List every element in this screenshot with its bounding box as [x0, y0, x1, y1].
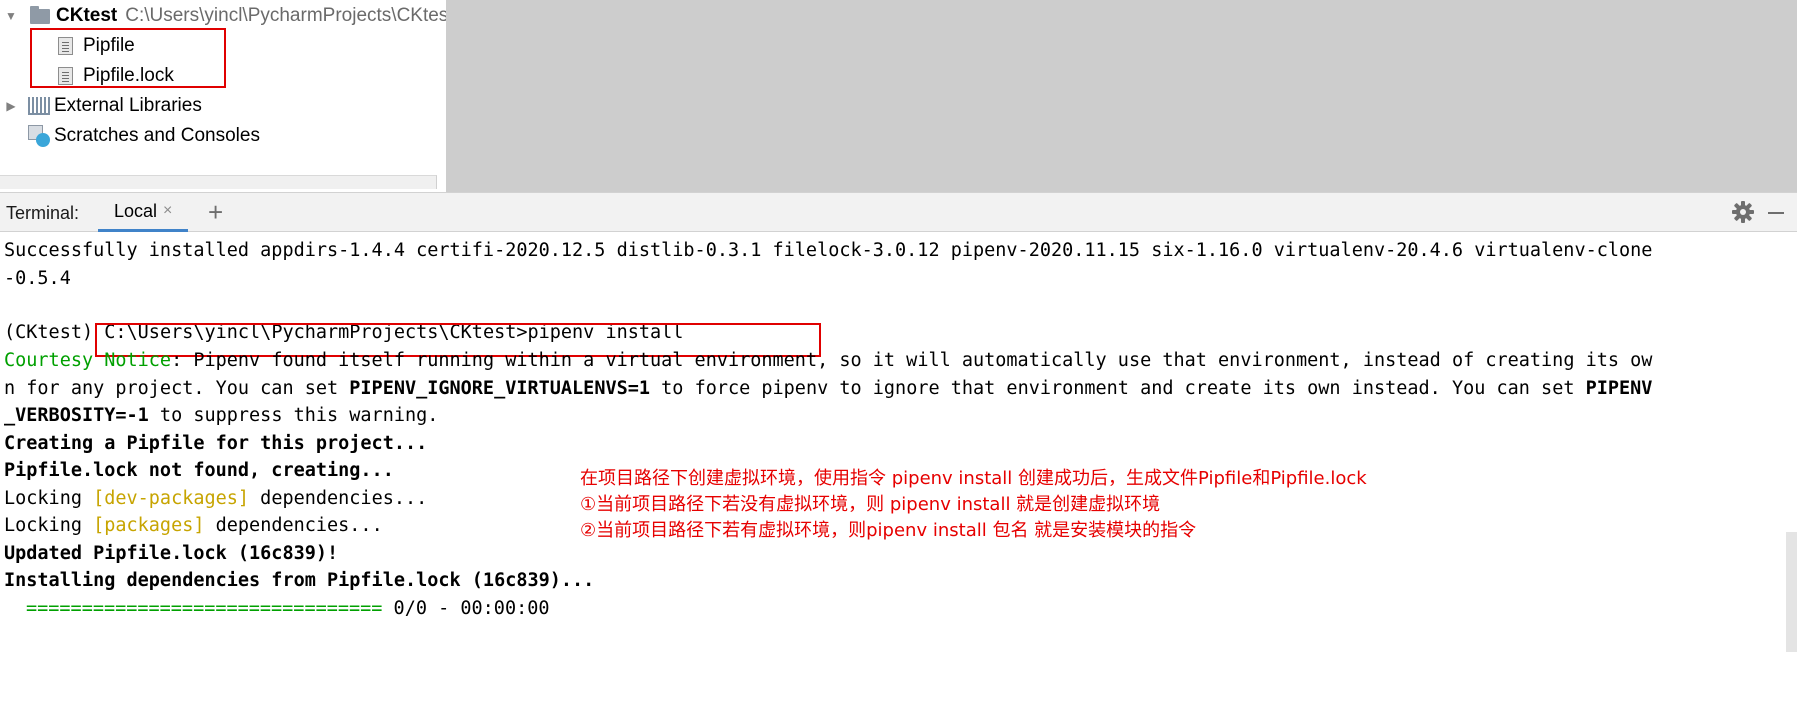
project-tree: ▼ CKtest C:\Users\yincl\PycharmProjects\…: [0, 0, 446, 190]
terminal-output[interactable]: Successfully installed appdirs-1.4.4 cer…: [0, 232, 1797, 705]
close-icon[interactable]: ×: [163, 202, 172, 220]
library-icon: [28, 97, 50, 115]
project-root-name: CKtest: [56, 5, 118, 26]
terminal-line: Successfully installed appdirs-1.4.4 cer…: [4, 240, 1653, 261]
terminal-text: dependencies...: [249, 488, 428, 509]
horizontal-scrollbar[interactable]: [0, 175, 437, 189]
terminal-text: to suppress this warning.: [148, 405, 439, 426]
terminal-line: Locking [dev-packages] dependencies...: [4, 488, 427, 509]
tree-row-external-libraries[interactable]: ▶ External Libraries: [4, 92, 202, 120]
terminal-line: Installing dependencies from Pipfile.loc…: [4, 570, 595, 591]
folder-icon: [30, 5, 50, 24]
terminal-title: Terminal:: [6, 203, 80, 223]
gear-icon[interactable]: [1730, 199, 1756, 225]
progress-bar: ================================: [26, 598, 383, 619]
annotation-line: ②当前项目路径下若有虚拟环境，则pipenv install 包名 就是安装模块…: [580, 520, 1197, 541]
terminal-line: Locking [packages] dependencies...: [4, 515, 383, 536]
tab-local-label: Local: [114, 200, 158, 221]
env-var: PIPENV_IGNORE_VIRTUALENVS=1: [349, 378, 651, 399]
terminal-text: Locking: [4, 488, 94, 509]
tree-row-project-root[interactable]: ▼ CKtest C:\Users\yincl\PycharmProjects\…: [4, 2, 446, 30]
terminal-line: n for any project. You can set PIPENV_IG…: [4, 378, 1652, 399]
terminal-text: n for any project. You can set: [4, 378, 350, 399]
minimize-icon[interactable]: [1768, 212, 1784, 214]
progress-line: ================================ 0/0 - 0…: [26, 598, 550, 619]
tree-row-scratches[interactable]: Scratches and Consoles: [28, 122, 260, 150]
terminal-line: Updated Pipfile.lock (16c839)!: [4, 543, 339, 564]
tab-local[interactable]: Local ×: [98, 193, 188, 232]
external-libraries-label: External Libraries: [54, 95, 202, 116]
env-var: PIPENV: [1585, 378, 1653, 399]
dependency-tag: [dev-packages]: [93, 488, 250, 509]
venv-prefix: (CKtest): [4, 322, 105, 343]
scratches-icon: [28, 125, 50, 147]
terminal-text: : Pipenv found itself running within a v…: [171, 350, 1653, 371]
annotation-line: 在项目路径下创建虚拟环境，使用指令 pipenv install 创建成功后，生…: [580, 468, 1367, 489]
terminal-line: Creating a Pipfile for this project...: [4, 433, 428, 454]
highlight-box-files: [30, 28, 226, 88]
chevron-right-icon[interactable]: ▶: [4, 99, 18, 113]
terminal-line: Courtesy Notice: Pipenv found itself run…: [4, 350, 1652, 371]
vertical-scrollbar[interactable]: [1786, 532, 1797, 652]
terminal-toolbar: Terminal: Local × +: [0, 192, 1797, 232]
terminal-text: to force pipenv to ignore that environme…: [650, 378, 1586, 399]
chevron-down-icon[interactable]: ▼: [4, 9, 18, 23]
plus-icon[interactable]: +: [208, 197, 223, 227]
courtesy-notice-label: Courtesy Notice: [4, 350, 172, 371]
env-var: _VERBOSITY=-1: [4, 405, 149, 426]
terminal-text: dependencies...: [204, 515, 383, 536]
project-root-path: C:\Users\yincl\PycharmProjects\CKtest: [125, 5, 446, 26]
annotation-line: ①当前项目路径下若没有虚拟环境，则 pipenv install 就是创建虚拟环…: [580, 494, 1161, 515]
terminal-text: Locking: [4, 515, 94, 536]
dependency-tag: [packages]: [93, 515, 205, 536]
scratches-label: Scratches and Consoles: [54, 125, 260, 146]
terminal-line: Pipfile.lock not found, creating...: [4, 460, 394, 481]
terminal-line: _VERBOSITY=-1 to suppress this warning.: [4, 405, 438, 426]
progress-text: 0/0 - 00:00:00: [382, 598, 550, 619]
editor-area: [446, 0, 1797, 192]
terminal-line: -0.5.4: [4, 268, 71, 289]
